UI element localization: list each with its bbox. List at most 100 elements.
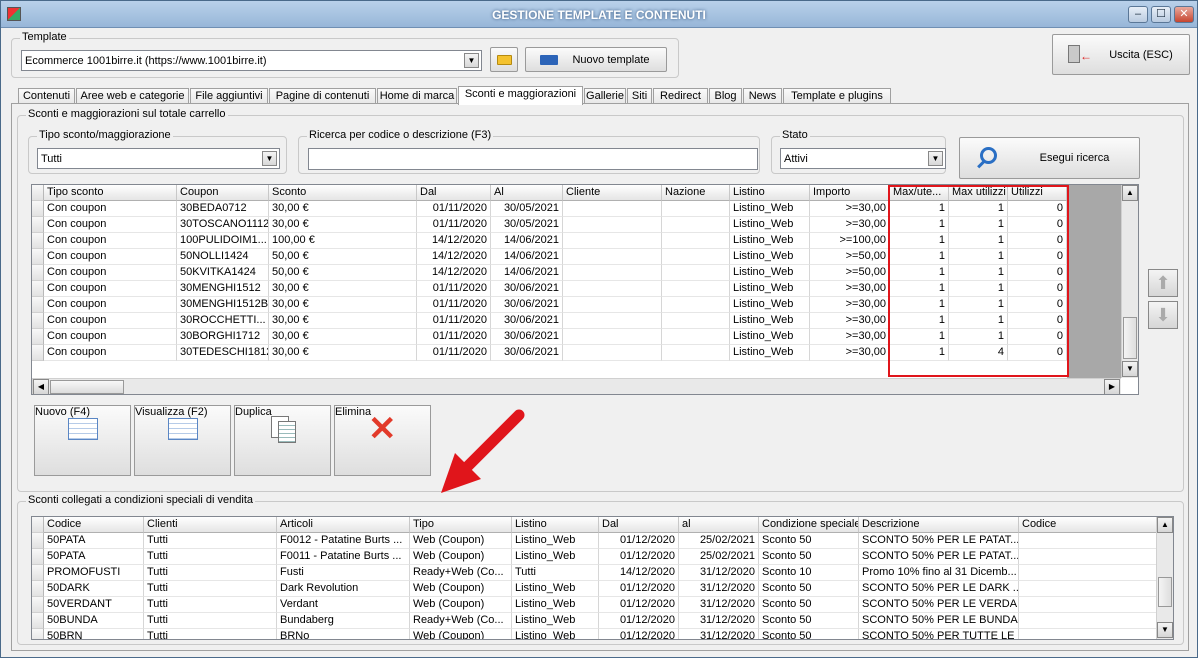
special-cell[interactable]	[1019, 581, 1159, 597]
cart-cell[interactable]	[662, 265, 730, 281]
special-cell[interactable]: 01/12/2020	[599, 629, 679, 639]
special-cell[interactable]: 01/12/2020	[599, 581, 679, 597]
cart-cell[interactable]: >=50,00	[810, 249, 890, 265]
special-cell[interactable]: Web (Coupon)	[410, 597, 512, 613]
cart-column-header[interactable]: Tipo sconto	[44, 185, 177, 201]
special-cell[interactable]: Sconto 50	[759, 629, 859, 639]
special-cell[interactable]: Web (Coupon)	[410, 533, 512, 549]
chevron-down-icon[interactable]: ▼	[928, 151, 943, 166]
cart-cell[interactable]: Con coupon	[44, 297, 177, 313]
cart-cell[interactable]: 01/11/2020	[417, 313, 491, 329]
maximize-button[interactable]: ☐	[1151, 6, 1171, 23]
close-button[interactable]: ✕	[1174, 6, 1194, 23]
cart-row-selector[interactable]	[32, 313, 44, 329]
special-column-header[interactable]: Listino	[512, 517, 599, 533]
cart-cell[interactable]: Listino_Web	[730, 329, 810, 345]
cart-cell[interactable]: 30,00 €	[269, 201, 417, 217]
cart-cell[interactable]: 30/05/2021	[491, 217, 563, 233]
cart-cell[interactable]: 01/11/2020	[417, 329, 491, 345]
special-cell[interactable]: Ready+Web (Co...	[410, 565, 512, 581]
cart-row-selector[interactable]	[32, 297, 44, 313]
special-cell[interactable]: 31/12/2020	[679, 597, 759, 613]
cart-cell[interactable]: 30,00 €	[269, 217, 417, 233]
template-select[interactable]: Ecommerce 1001birre.it (https://www.1001…	[21, 50, 482, 71]
cart-cell[interactable]: 50,00 €	[269, 265, 417, 281]
special-column-header[interactable]: Clienti	[144, 517, 277, 533]
special-cell[interactable]: Fusti	[277, 565, 410, 581]
cart-cell[interactable]	[662, 297, 730, 313]
cart-cell[interactable]: 30/06/2021	[491, 313, 563, 329]
special-cell[interactable]: Verdant	[277, 597, 410, 613]
cart-cell[interactable]: Con coupon	[44, 217, 177, 233]
cart-column-header[interactable]: Cliente	[563, 185, 662, 201]
cart-cell[interactable]: >=30,00	[810, 201, 890, 217]
cart-column-header[interactable]: Sconto	[269, 185, 417, 201]
special-row-selector[interactable]	[32, 549, 44, 565]
cart-row-selector[interactable]	[32, 233, 44, 249]
scroll-thumb[interactable]	[50, 380, 124, 394]
special-cell[interactable]: Listino_Web	[512, 613, 599, 629]
cart-cell[interactable]	[662, 345, 730, 361]
cart-cell[interactable]	[563, 201, 662, 217]
special-cell[interactable]: 31/12/2020	[679, 565, 759, 581]
cart-cell[interactable]: Listino_Web	[730, 297, 810, 313]
cart-row-selector[interactable]	[32, 249, 44, 265]
cart-cell[interactable]: Con coupon	[44, 265, 177, 281]
open-folder-button[interactable]	[490, 47, 518, 72]
cart-cell[interactable]: 30TEDESCHI1812	[177, 345, 269, 361]
special-cell[interactable]: 01/12/2020	[599, 597, 679, 613]
cart-cell[interactable]: 30/06/2021	[491, 297, 563, 313]
cart-row-selector[interactable]	[32, 201, 44, 217]
cart-cell[interactable]: 30ROCCHETTI...	[177, 313, 269, 329]
cart-cell[interactable]: 30,00 €	[269, 297, 417, 313]
special-cell[interactable]: F0011 - Patatine Burts ...	[277, 549, 410, 565]
special-cell[interactable]: 31/12/2020	[679, 581, 759, 597]
cart-cell[interactable]: 100,00 €	[269, 233, 417, 249]
special-row-selector[interactable]	[32, 565, 44, 581]
cart-vertical-scrollbar[interactable]: ▲ ▼	[1121, 185, 1138, 378]
special-column-header[interactable]: Tipo	[410, 517, 512, 533]
cart-cell[interactable]: 14/12/2020	[417, 249, 491, 265]
special-cell[interactable]: 50PATA	[44, 533, 144, 549]
special-cell[interactable]	[1019, 565, 1159, 581]
special-column-header[interactable]: Dal	[599, 517, 679, 533]
special-column-header[interactable]: Codice	[1019, 517, 1159, 533]
special-cell[interactable]	[1019, 549, 1159, 565]
cart-cell[interactable]	[563, 313, 662, 329]
special-cell[interactable]: Web (Coupon)	[410, 549, 512, 565]
special-cell[interactable]: 50BRN	[44, 629, 144, 639]
cart-column-header[interactable]: Dal	[417, 185, 491, 201]
special-cell[interactable]: Sconto 50	[759, 613, 859, 629]
special-cell[interactable]: Sconto 50	[759, 533, 859, 549]
scroll-thumb[interactable]	[1123, 317, 1137, 359]
special-row-selector[interactable]	[32, 581, 44, 597]
special-cell[interactable]: Listino_Web	[512, 549, 599, 565]
special-column-header[interactable]: Codice	[44, 517, 144, 533]
scroll-up-icon[interactable]: ▲	[1157, 517, 1173, 533]
special-conditions-table[interactable]: Codice Clienti Articoli Tipo Listino Dal al Con…	[31, 516, 1174, 640]
cart-cell[interactable]	[563, 345, 662, 361]
special-cell[interactable]: Tutti	[144, 613, 277, 629]
move-up-button[interactable]: ⬆	[1148, 269, 1178, 297]
cart-row-selector[interactable]	[32, 217, 44, 233]
cart-cell[interactable]: 50,00 €	[269, 249, 417, 265]
special-cell[interactable]: Sconto 50	[759, 597, 859, 613]
type-select[interactable]: Tutti ▼	[37, 148, 280, 169]
special-cell[interactable]: Listino_Web	[512, 533, 599, 549]
special-cell[interactable]: Tutti	[144, 565, 277, 581]
cart-cell[interactable]: 14/12/2020	[417, 233, 491, 249]
special-cell[interactable]: SCONTO 50% PER LE DARK ...	[859, 581, 1019, 597]
special-cell[interactable]: Listino_Web	[512, 597, 599, 613]
special-cell[interactable]: Dark Revolution	[277, 581, 410, 597]
cart-cell[interactable]: 01/11/2020	[417, 297, 491, 313]
special-cell[interactable]: 50DARK	[44, 581, 144, 597]
new-template-button[interactable]: Nuovo template	[525, 47, 667, 72]
cart-cell[interactable]	[563, 265, 662, 281]
cart-cell[interactable]: 01/11/2020	[417, 345, 491, 361]
special-cell[interactable]: 50VERDANT	[44, 597, 144, 613]
cart-row-selector[interactable]	[32, 345, 44, 361]
cart-cell[interactable]	[563, 281, 662, 297]
cart-column-header[interactable]: Importo	[810, 185, 890, 201]
cart-cell[interactable]: Listino_Web	[730, 233, 810, 249]
cart-cell[interactable]: 30MENGHI1512B	[177, 297, 269, 313]
